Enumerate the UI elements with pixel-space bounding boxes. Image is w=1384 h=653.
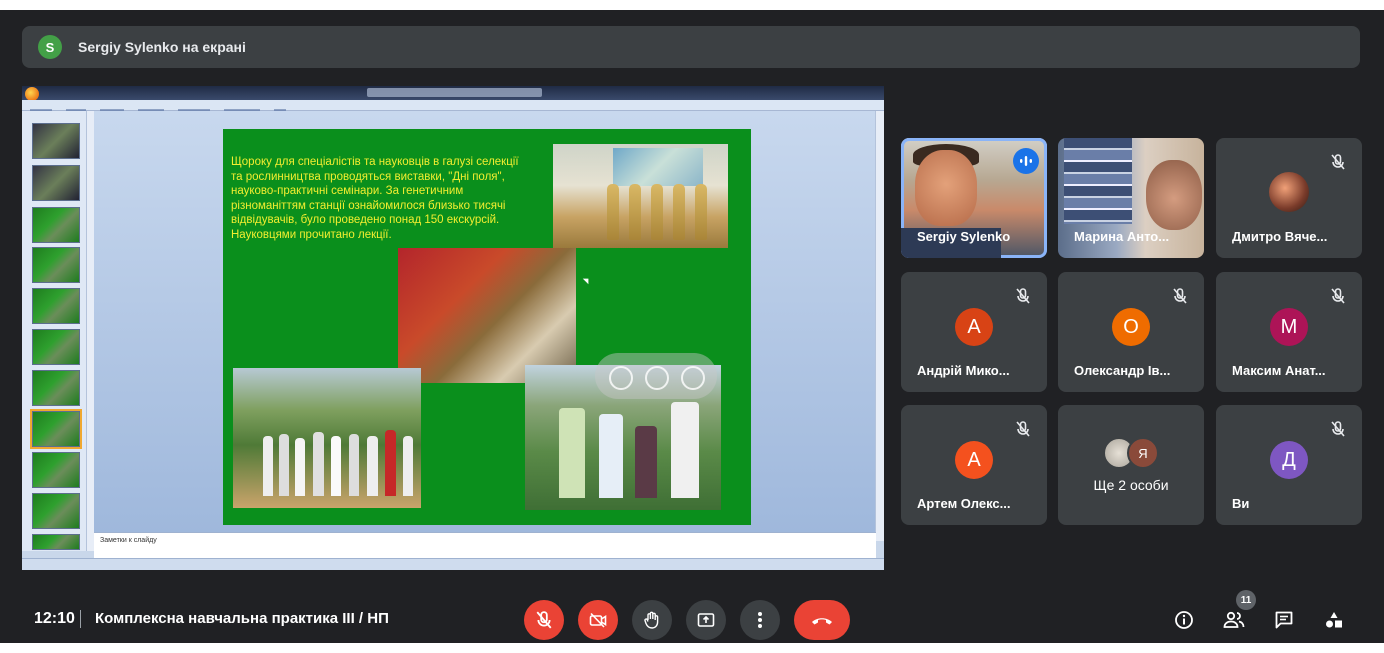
divider <box>80 610 81 628</box>
app-statusbar <box>22 558 884 570</box>
clock: 12:10 <box>34 610 75 627</box>
camera-toggle-button[interactable] <box>578 600 618 640</box>
app-titlebar <box>22 86 884 101</box>
meeting-details-button[interactable] <box>1168 604 1200 636</box>
slide-thumbnail <box>32 247 80 283</box>
participant-tile-self[interactable]: Д Ви <box>1216 405 1362 525</box>
more-participants-avatars: Я <box>1103 437 1163 469</box>
present-icon <box>697 613 715 627</box>
participant-tile-dmytro[interactable]: Дмитро Вяче... <box>1216 138 1362 258</box>
people-icon <box>1223 611 1245 628</box>
field-group-photo <box>233 368 421 508</box>
office-button-icon <box>25 87 39 101</box>
participant-name: Дмитро Вяче... <box>1232 229 1328 244</box>
raise-hand-button[interactable] <box>632 600 672 640</box>
mic-off-icon <box>1009 415 1037 443</box>
participant-tile-sergiy[interactable]: Sergiy Sylenko <box>901 138 1047 258</box>
more-options-button[interactable] <box>740 600 780 640</box>
participant-avatar: Д <box>1270 441 1308 479</box>
mic-off-icon <box>1009 282 1037 310</box>
participant-tile-oleksandr[interactable]: О Олександр Ів... <box>1058 272 1204 392</box>
participant-tile-maryna[interactable]: Марина Анто... <box>1058 138 1204 258</box>
slide-thumbnail <box>32 123 80 159</box>
participant-avatar: А <box>955 308 993 346</box>
participant-tile-more[interactable]: Я Ще 2 особи <box>1058 405 1204 525</box>
presenter-label: Sergiy Sylenko на екрані <box>78 39 246 55</box>
participants-count-badge: 11 <box>1236 590 1256 610</box>
presenter-avatar: S <box>38 35 62 59</box>
mic-off-icon <box>1324 415 1352 443</box>
raise-hand-icon <box>644 611 659 629</box>
window-title <box>367 88 542 97</box>
exhibit-photo <box>553 144 728 248</box>
participant-tile-andriy[interactable]: А Андрій Мико... <box>901 272 1047 392</box>
info-icon <box>1175 611 1193 629</box>
slide-text: Щороку для спеціалістів та науковців в г… <box>231 156 519 241</box>
meeting-title: Комплексна навчальна практика III / НП <box>95 610 389 627</box>
activities-icon <box>1326 612 1342 628</box>
participant-avatar: М <box>1270 308 1308 346</box>
end-call-icon <box>812 618 832 625</box>
mic-off-icon <box>1166 282 1194 310</box>
participant-name: Марина Анто... <box>1074 229 1170 244</box>
participant-avatar: О <box>1112 308 1150 346</box>
slide-scrollbar <box>875 111 884 541</box>
shared-screen[interactable]: Щороку для спеціалістів та науковців в г… <box>22 86 884 570</box>
more-options-icon <box>758 612 762 628</box>
slide-thumbnail-selected <box>30 409 82 449</box>
mic-toggle-button[interactable] <box>524 600 564 640</box>
notes-placeholder: Заметки к слайду <box>100 537 157 544</box>
participant-tile-maksym[interactable]: М Максим Анат... <box>1216 272 1362 392</box>
slide-thumbnail <box>32 452 80 488</box>
presenter-banner: S Sergiy Sylenko на екрані <box>22 26 1360 68</box>
stand-photo <box>398 248 576 383</box>
participant-name: Олександр Ів... <box>1074 363 1171 378</box>
slide-thumbnail <box>32 370 80 406</box>
notes-pane[interactable]: Заметки к слайду <box>94 532 876 559</box>
camera-off-icon <box>589 612 607 628</box>
screen-overlay-controls <box>595 353 717 399</box>
participant-name: Ви <box>1232 496 1250 511</box>
chat-button[interactable] <box>1268 604 1300 636</box>
slide-thumbnail <box>32 207 80 243</box>
present-button[interactable] <box>686 600 726 640</box>
slide-thumbnails <box>22 111 87 551</box>
ribbon <box>22 100 884 113</box>
participant-avatar: А <box>955 441 993 479</box>
mic-off-icon <box>1324 282 1352 310</box>
participant-tile-artem[interactable]: А Артем Олекс... <box>901 405 1047 525</box>
slide: Щороку для спеціалістів та науковців в г… <box>223 129 751 525</box>
slide-thumbnail <box>32 288 80 324</box>
participant-name: Максим Анат... <box>1232 363 1326 378</box>
participant-name: Андрій Мико... <box>917 363 1010 378</box>
end-call-button[interactable] <box>794 600 850 640</box>
chat-icon <box>1275 611 1293 629</box>
slide-thumbnail <box>32 493 80 529</box>
participant-name: Sergiy Sylenko <box>917 229 1011 244</box>
mic-off-icon <box>1324 148 1352 176</box>
slide-thumbnail <box>32 165 80 201</box>
slide-thumbnail <box>32 534 80 550</box>
speaking-indicator-icon <box>1013 148 1039 174</box>
activities-button[interactable] <box>1318 604 1350 636</box>
participant-avatar: Я <box>1127 437 1159 469</box>
participant-avatar <box>1269 172 1309 212</box>
slide-thumbnail <box>32 329 80 365</box>
mic-off-icon <box>536 611 552 629</box>
more-participants-label: Ще 2 особи <box>1093 477 1169 493</box>
participant-name: Артем Олекс... <box>917 496 1011 511</box>
